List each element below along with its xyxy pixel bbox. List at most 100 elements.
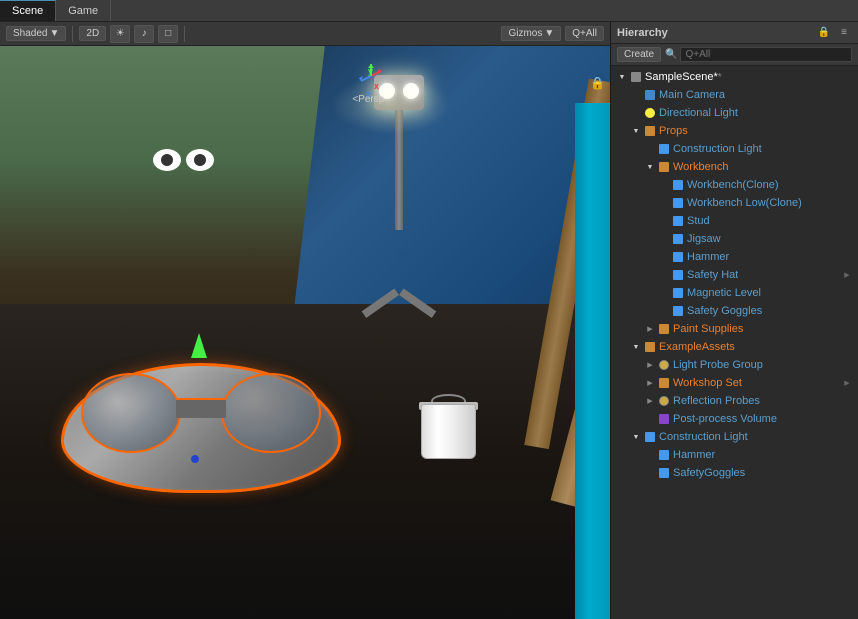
- light-pole: [395, 110, 403, 230]
- camera-preview-indicator: [153, 149, 214, 171]
- tree-arrow-workshop-set[interactable]: ▶: [643, 374, 657, 392]
- tree-arrow-magnetic-level[interactable]: [657, 284, 671, 302]
- panel-lock-button[interactable]: 🔒: [816, 25, 832, 41]
- tree-item-jigsaw[interactable]: Jigsaw: [611, 230, 858, 248]
- tree-label-stud: Stud: [687, 215, 710, 227]
- view-2d-button[interactable]: 2D: [79, 26, 106, 41]
- gizmos-dropdown-icon: ▼: [544, 28, 554, 39]
- tree-icon-safety-hat: [671, 268, 685, 282]
- tree-arrow-reflection-probes[interactable]: ▶: [643, 392, 657, 410]
- tree-item-construction-light-2[interactable]: ▼Construction Light: [611, 428, 858, 446]
- tree-item-workbench[interactable]: ▼Workbench: [611, 158, 858, 176]
- tree-icon-directional-light: [643, 106, 657, 120]
- tree-item-safety-goggles-1[interactable]: Safety Goggles: [611, 302, 858, 320]
- tree-item-stud[interactable]: Stud: [611, 212, 858, 230]
- tree-arrow-props[interactable]: ▼: [629, 122, 643, 140]
- tree-item-magnetic-level[interactable]: Magnetic Level: [611, 284, 858, 302]
- eye-left: [153, 149, 181, 171]
- lock-icon[interactable]: 🔒: [590, 76, 605, 90]
- tree-expand-arrow-workshop-set[interactable]: ▶: [840, 374, 854, 392]
- tree-icon-workbench-clone: [671, 178, 685, 192]
- tree-item-props[interactable]: ▼Props: [611, 122, 858, 140]
- tree-item-example-assets[interactable]: ▼ ExampleAssets: [611, 338, 858, 356]
- tree-arrow-main-camera[interactable]: [629, 86, 643, 104]
- tree-arrow-workbench-low-clone[interactable]: [657, 194, 671, 212]
- create-button[interactable]: Create: [617, 47, 661, 62]
- layers-label: Q+All: [572, 28, 597, 39]
- tree-item-post-process-volume[interactable]: Post-process Volume: [611, 410, 858, 428]
- tree-item-hammer-2[interactable]: Hammer: [611, 446, 858, 464]
- audio-icon-button[interactable]: ♪: [134, 25, 154, 43]
- tree-arrow-safety-goggles-2[interactable]: [643, 464, 657, 482]
- tree-item-construction-light-1[interactable]: Construction Light: [611, 140, 858, 158]
- tree-expand-arrow-safety-hat[interactable]: ▶: [840, 266, 854, 284]
- tree-item-safety-hat[interactable]: Safety Hat▶: [611, 266, 858, 284]
- goggle-left-lens: [81, 373, 181, 453]
- tree-label-workbench-low-clone: Workbench Low(Clone): [687, 197, 802, 209]
- tree-item-directional-light[interactable]: Directional Light: [611, 104, 858, 122]
- cyan-pillar: [575, 103, 610, 619]
- scene-viewport[interactable]: Shaded ▼ 2D ☀ ♪ □ Gizmos ▼ Q+All: [0, 22, 610, 619]
- layers-button[interactable]: Q+All: [565, 26, 604, 41]
- tree-icon-construction-light-1: [657, 142, 671, 156]
- lighting-icon-button[interactable]: ☀: [110, 25, 130, 43]
- tree-icon-workbench: [657, 160, 671, 174]
- hierarchy-tree: ▼SampleScene* Main Camera Directional Ligh…: [611, 66, 858, 619]
- tree-arrow-paint-supplies[interactable]: ▶: [643, 320, 657, 338]
- tree-arrow-workbench-clone[interactable]: [657, 176, 671, 194]
- goggle-right-lens: [221, 373, 321, 453]
- tree-item-main-camera[interactable]: Main Camera: [611, 86, 858, 104]
- tree-arrow-post-process-volume[interactable]: [643, 410, 657, 428]
- tree-icon-construction-light-2: [643, 430, 657, 444]
- tree-item-reflection-probes[interactable]: ▶Reflection Probes: [611, 392, 858, 410]
- tree-arrow-sample-scene[interactable]: ▼: [615, 68, 629, 86]
- tree-label-safety-goggles-2: SafetyGoggles: [673, 467, 745, 479]
- tree-label-workshop-set: Workshop Set: [673, 377, 742, 389]
- effects-icon-button[interactable]: □: [158, 25, 178, 43]
- tree-label-jigsaw: Jigsaw: [687, 233, 721, 245]
- goggle-bridge: [176, 398, 226, 418]
- tree-item-safety-goggles-2[interactable]: SafetyGoggles: [611, 464, 858, 482]
- tree-label-main-camera: Main Camera: [659, 89, 725, 101]
- tree-arrow-jigsaw[interactable]: [657, 230, 671, 248]
- tree-icon-hammer-2: [657, 448, 671, 462]
- tree-icon-sample-scene: [629, 70, 643, 84]
- tree-arrow-safety-hat[interactable]: [657, 266, 671, 284]
- tree-item-light-probe-group[interactable]: ▶Light Probe Group: [611, 356, 858, 374]
- panel-menu-button[interactable]: ≡: [836, 25, 852, 41]
- tree-label-hammer-2: Hammer: [673, 449, 715, 461]
- search-area: 🔍: [665, 47, 852, 62]
- sep-2: [184, 26, 185, 42]
- tree-item-workbench-clone[interactable]: Workbench(Clone): [611, 176, 858, 194]
- safety-goggles-object[interactable]: [61, 363, 341, 493]
- tree-item-hammer-1[interactable]: Hammer: [611, 248, 858, 266]
- tree-arrow-stud[interactable]: [657, 212, 671, 230]
- shading-mode-button[interactable]: Shaded ▼: [6, 26, 66, 41]
- tree-item-paint-supplies[interactable]: ▶Paint Supplies: [611, 320, 858, 338]
- tree-icon-workshop-set: [657, 376, 671, 390]
- tab-scene[interactable]: Scene: [0, 0, 56, 21]
- gizmos-button[interactable]: Gizmos ▼: [501, 26, 561, 41]
- tree-icon-workbench-low-clone: [671, 196, 685, 210]
- sep-1: [72, 26, 73, 42]
- tree-arrow-construction-light-2[interactable]: ▼: [629, 428, 643, 446]
- tree-arrow-light-probe-group[interactable]: ▶: [643, 356, 657, 374]
- tree-arrow-workbench[interactable]: ▼: [643, 158, 657, 176]
- tab-game[interactable]: Game: [56, 0, 111, 21]
- tree-arrow-hammer-1[interactable]: [657, 248, 671, 266]
- tree-arrow-hammer-2[interactable]: [643, 446, 657, 464]
- tree-icon-safety-goggles-2: [657, 466, 671, 480]
- tree-label-example-assets: ExampleAssets: [659, 341, 735, 353]
- tree-item-workbench-low-clone[interactable]: Workbench Low(Clone): [611, 194, 858, 212]
- tree-arrow-construction-light-1[interactable]: [643, 140, 657, 158]
- tree-arrow-safety-goggles-1[interactable]: [657, 302, 671, 320]
- tree-label-hammer-1: Hammer: [687, 251, 729, 263]
- shading-label: Shaded: [13, 28, 47, 39]
- search-input[interactable]: [680, 47, 852, 62]
- tree-item-workshop-set[interactable]: ▶ Workshop Set ▶: [611, 374, 858, 392]
- tree-label-construction-light-1: Construction Light: [673, 143, 762, 155]
- tree-arrow-example-assets[interactable]: ▼: [629, 338, 643, 356]
- tree-icon-reflection-probes: [657, 394, 671, 408]
- tree-arrow-directional-light[interactable]: [629, 104, 643, 122]
- tree-item-sample-scene[interactable]: ▼SampleScene*: [611, 68, 858, 86]
